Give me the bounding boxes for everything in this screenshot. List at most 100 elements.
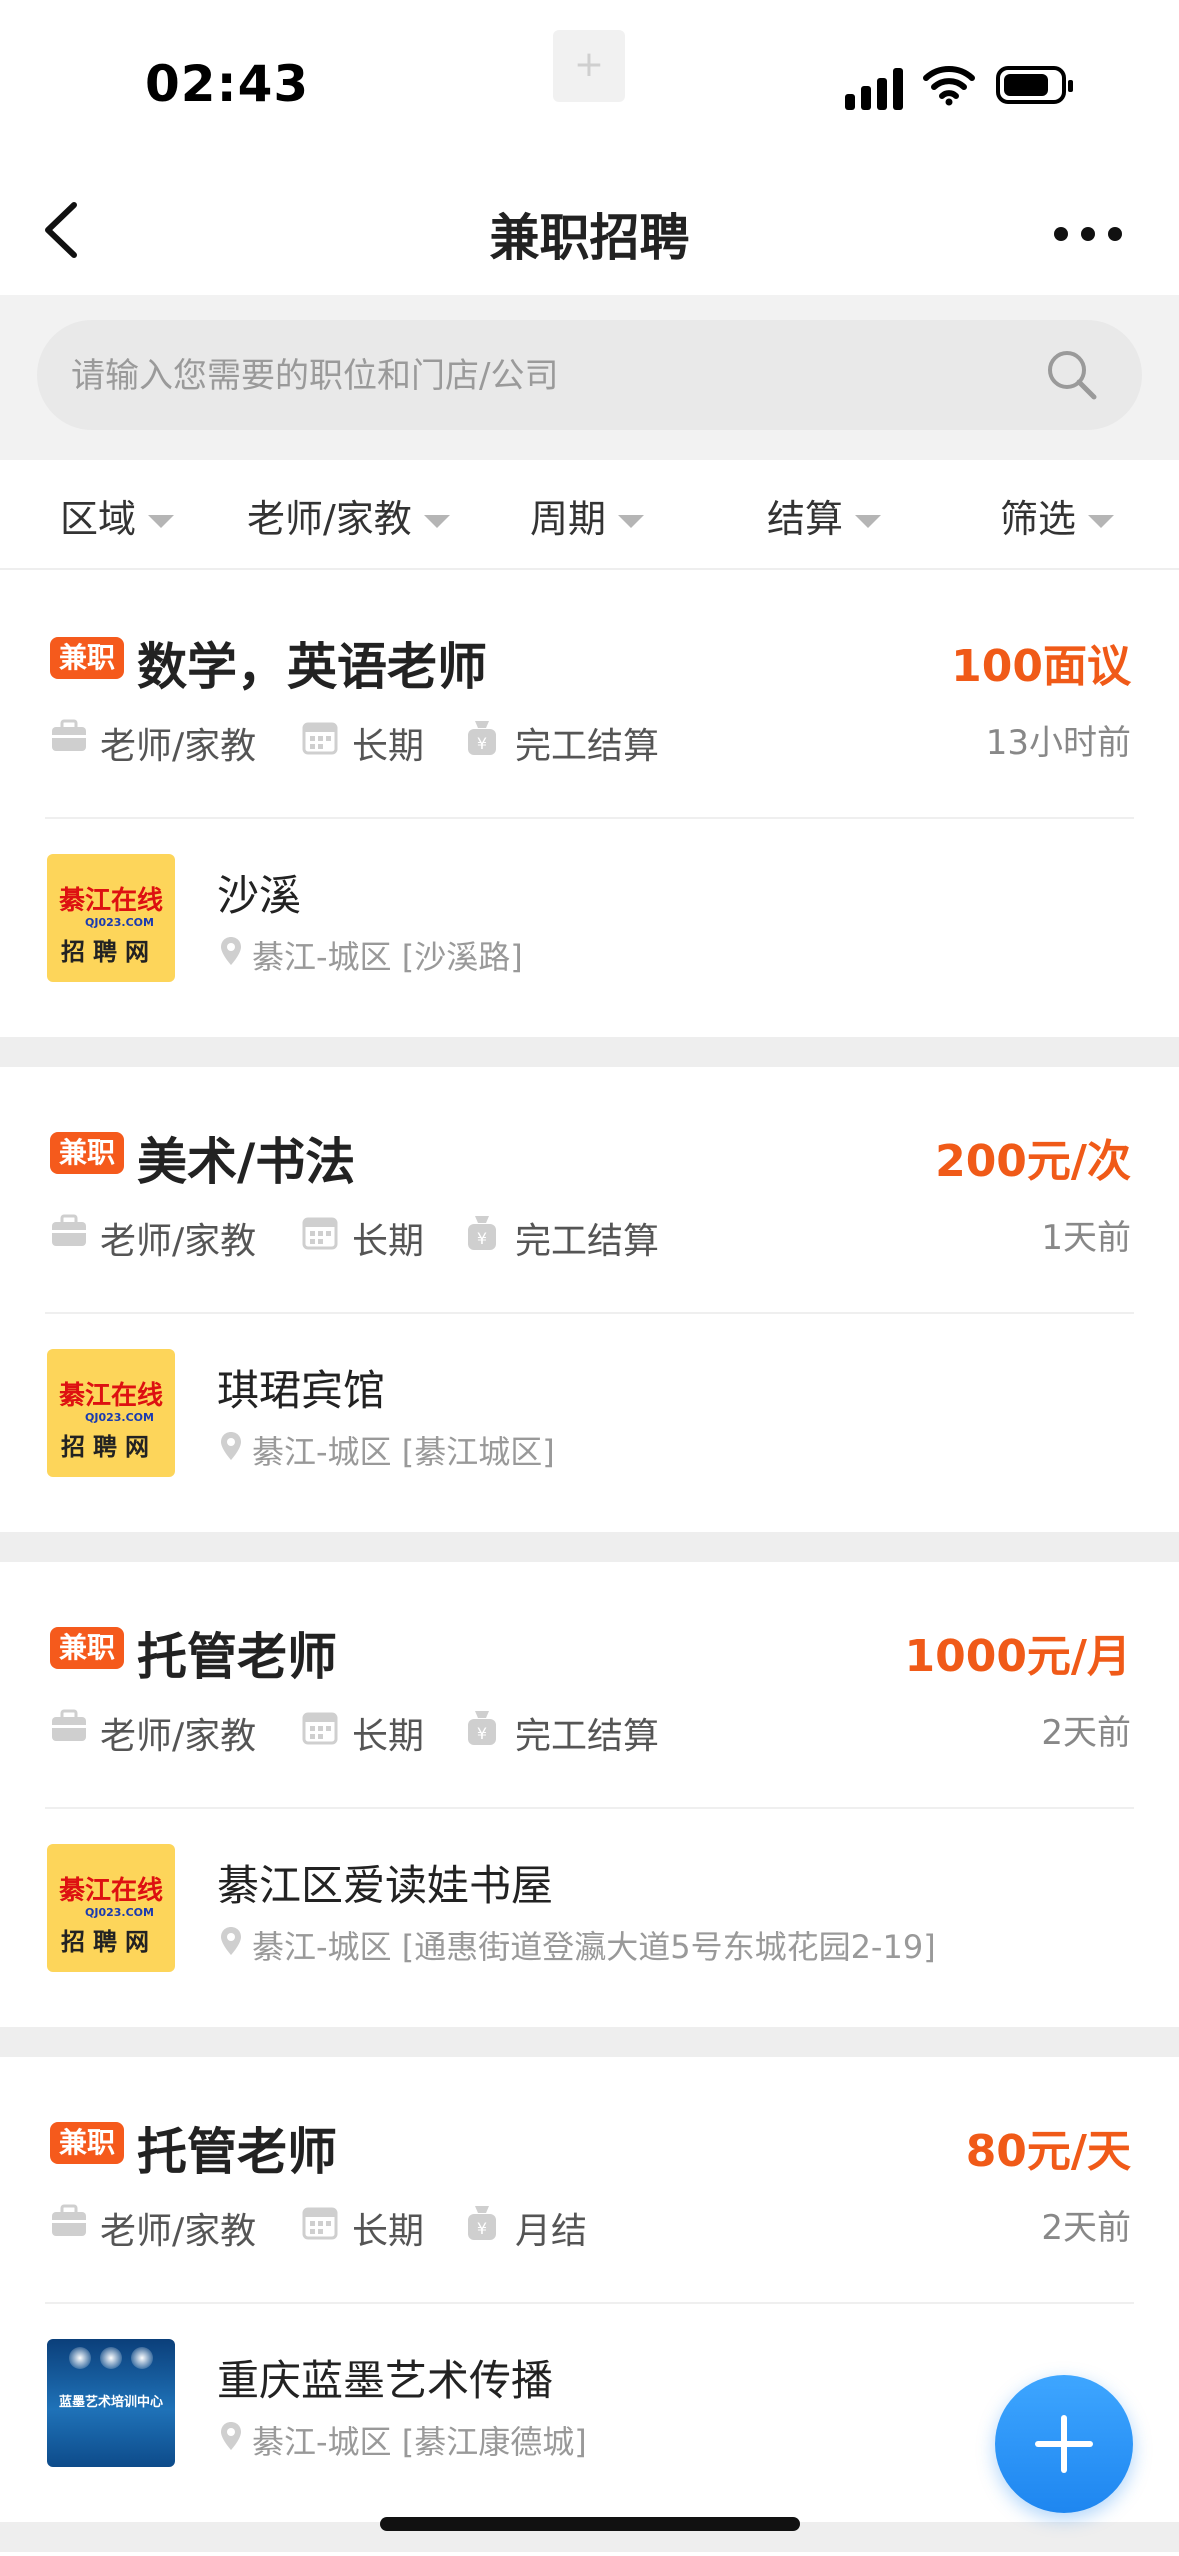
job-salary: 100面议 — [951, 641, 1131, 692]
search-icon[interactable] — [1042, 345, 1102, 405]
add-post-button[interactable] — [995, 2375, 1133, 2513]
chevron-down-icon — [1088, 515, 1115, 528]
location-pin-icon — [221, 2422, 241, 2450]
posted-time: 1天前 — [1041, 1218, 1131, 1258]
divider — [45, 1807, 1134, 1809]
calendar-icon — [302, 2207, 338, 2240]
filter-label: 区域 — [60, 497, 137, 541]
battery-icon — [996, 66, 1073, 104]
status-time: 02:43 — [145, 55, 310, 113]
divider — [45, 817, 1134, 819]
job-card[interactable]: 兼职 美术/书法 200元/次 老师/家教 长期 ¥ 完工结算 1天前 綦江在线… — [0, 1067, 1179, 1532]
job-category: 老师/家教 — [52, 1707, 257, 1759]
job-period: 长期 — [302, 1212, 425, 1264]
job-title: 托管老师 — [137, 1628, 337, 1686]
location-pin-icon — [221, 937, 241, 965]
settlement-label: 完工结算 — [515, 1221, 660, 1262]
briefcase-icon — [52, 2204, 86, 2236]
job-category: 老师/家教 — [52, 717, 257, 769]
chevron-down-icon — [618, 515, 645, 528]
briefcase-icon — [52, 1709, 86, 1741]
job-period: 长期 — [302, 717, 425, 769]
filter-label: 结算 — [767, 497, 844, 541]
period-label: 长期 — [352, 1221, 425, 1262]
address-label: 綦江-城区 [綦江康德城] — [252, 2423, 587, 2461]
filter-bar: 区域 老师/家教 周期 结算 筛选 — [0, 460, 1179, 570]
money-bag-icon: ¥ — [468, 721, 496, 755]
filter-category[interactable]: 老师/家教 — [247, 488, 450, 543]
company-name: 重庆蓝墨艺术传播 — [217, 2356, 554, 2405]
part-time-tag: 兼职 — [50, 637, 124, 679]
svg-text:¥: ¥ — [477, 1724, 487, 1743]
search-input[interactable] — [69, 320, 1033, 432]
money-bag-icon: ¥ — [468, 1711, 496, 1745]
company-logo: 綦江在线 QJ023.COM 招聘网 — [47, 1844, 175, 1972]
filter-label: 周期 — [530, 497, 607, 541]
filter-region[interactable]: 区域 — [60, 488, 175, 543]
chevron-down-icon — [423, 515, 450, 528]
svg-text:¥: ¥ — [477, 2219, 487, 2238]
job-salary: 80元/天 — [965, 2126, 1131, 2177]
divider — [45, 2302, 1134, 2304]
settlement-label: 月结 — [515, 2211, 588, 2252]
location-pin-icon — [221, 1927, 241, 1955]
filter-label: 老师/家教 — [247, 497, 412, 541]
calendar-icon — [302, 1712, 338, 1745]
part-time-tag: 兼职 — [50, 1627, 124, 1669]
search-box[interactable] — [37, 320, 1142, 432]
status-bar: 02:43 + — [0, 0, 1179, 170]
job-card[interactable]: 兼职 数学，英语老师 100面议 老师/家教 长期 ¥ 完工结算 13小时前 綦… — [0, 572, 1179, 1037]
chevron-down-icon — [148, 515, 175, 528]
home-indicator[interactable] — [380, 2517, 800, 2531]
category-label: 老师/家教 — [100, 2211, 257, 2252]
category-label: 老师/家教 — [100, 726, 257, 767]
company-logo: 蓝墨艺术培训中心 — [47, 2339, 175, 2467]
card-separator — [0, 1037, 1179, 1067]
company-address: 綦江-城区 [通惠街道登瀛大道5号东城花园2-19] — [221, 1922, 936, 1968]
address-label: 綦江-城区 [沙溪路] — [252, 938, 523, 976]
period-label: 长期 — [352, 2211, 425, 2252]
company-name: 沙溪 — [217, 871, 302, 920]
more-icon[interactable] — [1050, 220, 1130, 250]
filter-more[interactable]: 筛选 — [1000, 488, 1115, 543]
svg-text:¥: ¥ — [477, 1229, 487, 1248]
job-card[interactable]: 兼职 托管老师 1000元/月 老师/家教 长期 ¥ 完工结算 2天前 綦江在线… — [0, 1562, 1179, 2027]
company-address: 綦江-城区 [綦江城区] — [221, 1427, 555, 1473]
svg-text:¥: ¥ — [477, 734, 487, 753]
address-label: 綦江-城区 [綦江城区] — [252, 1433, 555, 1471]
job-settlement: ¥ 完工结算 — [468, 1212, 660, 1264]
company-logo: 綦江在线 QJ023.COM 招聘网 — [47, 854, 175, 982]
job-title: 托管老师 — [137, 2123, 337, 2181]
money-bag-icon: ¥ — [468, 1216, 496, 1250]
job-title: 美术/书法 — [137, 1133, 356, 1191]
divider — [45, 1312, 1134, 1314]
posted-time: 2天前 — [1041, 1713, 1131, 1753]
address-label: 綦江-城区 [通惠街道登瀛大道5号东城花园2-19] — [252, 1928, 936, 1966]
filter-period[interactable]: 周期 — [530, 488, 645, 543]
period-label: 长期 — [352, 726, 425, 767]
part-time-tag: 兼职 — [50, 1132, 124, 1174]
wifi-icon — [923, 66, 975, 106]
company-logo: 綦江在线 QJ023.COM 招聘网 — [47, 1349, 175, 1477]
company-address: 綦江-城区 [沙溪路] — [221, 932, 523, 978]
category-label: 老师/家教 — [100, 1716, 257, 1757]
nav-bar: 兼职招聘 — [0, 170, 1179, 295]
chevron-down-icon — [855, 515, 882, 528]
job-category: 老师/家教 — [52, 2202, 257, 2254]
calendar-icon — [302, 1217, 338, 1250]
job-settlement: ¥ 月结 — [468, 2202, 588, 2254]
company-address: 綦江-城区 [綦江康德城] — [221, 2417, 587, 2463]
page-title: 兼职招聘 — [489, 209, 690, 267]
job-category: 老师/家教 — [52, 1212, 257, 1264]
job-settlement: ¥ 完工结算 — [468, 1707, 659, 1759]
search-area — [0, 295, 1179, 460]
briefcase-icon — [52, 1214, 86, 1246]
settlement-label: 完工结算 — [515, 726, 660, 767]
filter-label: 筛选 — [1000, 497, 1077, 541]
category-label: 老师/家教 — [100, 1221, 257, 1262]
filter-settlement[interactable]: 结算 — [767, 488, 882, 543]
company-name: 琪珺宾馆 — [217, 1366, 386, 1415]
period-label: 长期 — [352, 1716, 425, 1757]
job-period: 长期 — [302, 2202, 425, 2254]
job-title: 数学，英语老师 — [137, 638, 487, 696]
